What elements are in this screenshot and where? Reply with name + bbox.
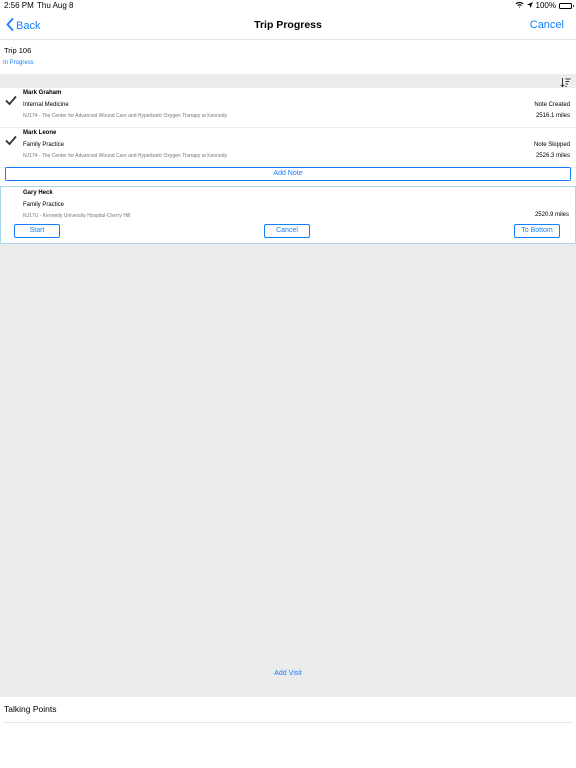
to-bottom-button[interactable]: To Bottom xyxy=(514,224,560,238)
talking-points-section: Talking Points xyxy=(0,697,576,768)
visit-distance: 2526.3 miles xyxy=(535,153,570,159)
nav-bar: Back Trip Progress Cancel xyxy=(0,12,576,40)
visit-status: Note Skipped xyxy=(533,142,570,148)
page-title: Trip Progress xyxy=(254,19,322,31)
checkmark-icon xyxy=(5,93,17,111)
battery-icon xyxy=(559,2,574,9)
visit-list-empty-area xyxy=(0,244,576,697)
location-arrow-icon xyxy=(526,1,533,10)
status-indicators: 100% xyxy=(515,1,574,10)
visit-row[interactable]: Mark Graham Internal Medicine NJ174 - Th… xyxy=(0,88,576,128)
divider xyxy=(3,722,573,723)
cancel-button[interactable]: Cancel xyxy=(530,19,564,31)
checkmark-icon xyxy=(5,133,17,151)
add-visit-button[interactable]: Add Visit xyxy=(0,670,576,677)
visit-specialty: Family Practice xyxy=(23,142,65,148)
status-bar: 2:56 PM Thu Aug 8 100% xyxy=(0,0,576,12)
visit-distance: 2516.1 miles xyxy=(535,113,570,119)
trip-status: In Progress xyxy=(3,60,34,66)
cancel-visit-button[interactable]: Cancel xyxy=(264,224,310,238)
add-note-button[interactable]: Add Note xyxy=(5,167,571,181)
battery-percent: 100% xyxy=(535,1,556,10)
talking-points-title: Talking Points xyxy=(4,704,57,714)
status-date: Thu Aug 8 xyxy=(37,1,74,10)
visit-name: Mark Leone xyxy=(23,130,57,136)
visit-name: Mark Graham xyxy=(23,90,62,96)
visit-status: Note Created xyxy=(534,102,570,108)
wifi-icon xyxy=(515,1,524,10)
visit-location: NJ17U - Kennedy University Hospital-Cher… xyxy=(23,213,131,219)
list-toolbar xyxy=(0,74,576,88)
visit-distance: 2520.9 miles xyxy=(534,212,569,218)
start-button[interactable]: Start xyxy=(14,224,60,238)
visit-location: NJ174 - The Center for Advanced Wound Ca… xyxy=(23,113,228,119)
visit-location: NJ174 - The Center for Advanced Wound Ca… xyxy=(23,153,228,159)
visit-specialty: Internal Medicine xyxy=(23,102,69,108)
trip-header: Trip 106 In Progress xyxy=(0,41,576,74)
visit-name: Gary Heck xyxy=(23,190,53,196)
trip-name: Trip 106 xyxy=(4,46,32,55)
visit-row[interactable]: Mark Leone Family Practice NJ174 - The C… xyxy=(0,128,576,168)
status-time: 2:56 PM xyxy=(4,1,34,10)
visit-specialty: Family Practice xyxy=(23,202,65,208)
active-visit-card[interactable]: Gary Heck Family Practice NJ17U - Kenned… xyxy=(0,186,576,244)
